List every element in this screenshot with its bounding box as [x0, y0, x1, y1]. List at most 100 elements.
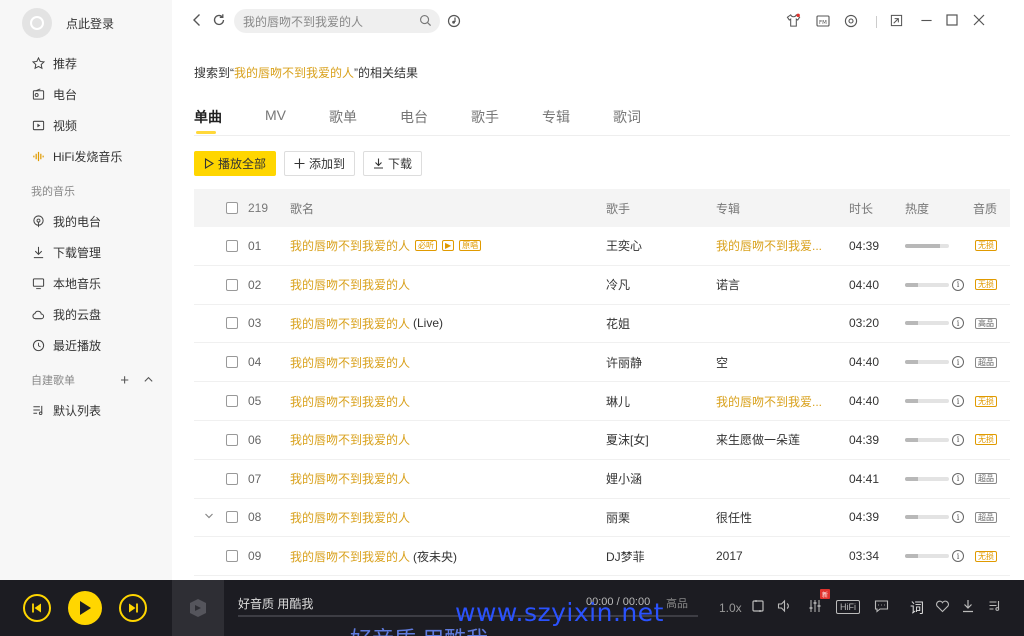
sidebar-item-recent[interactable]: 最近播放: [0, 330, 172, 361]
heart-icon[interactable]: [935, 599, 950, 613]
sidebar-item-radio[interactable]: 电台: [0, 79, 172, 110]
song-album[interactable]: 我的唇吻不到我爱...: [716, 393, 822, 410]
row-checkbox[interactable]: [226, 433, 238, 446]
refresh-icon[interactable]: [212, 13, 226, 27]
sidebar-item-cloud-drive[interactable]: 我的云盘: [0, 299, 172, 330]
song-title-text[interactable]: 我的唇吻不到我爱的人: [290, 393, 410, 410]
table-row[interactable]: 07 我的唇吻不到我爱的人 娌小涵 04:41 i 超品: [194, 460, 1010, 499]
song-title[interactable]: 我的唇吻不到我爱的人: [290, 431, 410, 448]
song-tag[interactable]: ▶: [442, 240, 455, 252]
search-input[interactable]: [243, 14, 413, 28]
sidebar-item-recommend[interactable]: 推荐: [0, 48, 172, 79]
skin-shirt-icon[interactable]: [786, 13, 801, 28]
add-to-button[interactable]: 添加到: [284, 151, 356, 176]
song-album[interactable]: 很任性: [716, 509, 752, 526]
header-title[interactable]: 歌名: [290, 200, 314, 217]
song-title[interactable]: 我的唇吻不到我爱的人 (夜未央): [290, 548, 457, 565]
sidebar-item-default-list[interactable]: 默认列表: [0, 395, 172, 426]
info-icon[interactable]: i: [952, 550, 964, 563]
info-icon[interactable]: i: [952, 433, 964, 446]
song-artist[interactable]: 琳儿: [606, 393, 630, 410]
info-icon[interactable]: i: [952, 278, 964, 291]
download-icon[interactable]: [961, 599, 975, 613]
avatar[interactable]: [22, 8, 52, 38]
album-cover[interactable]: [172, 580, 224, 636]
tab-lyrics[interactable]: 歌词: [613, 107, 641, 133]
song-title-text[interactable]: 我的唇吻不到我爱的人: [290, 276, 410, 293]
row-checkbox[interactable]: [226, 317, 238, 330]
fm-icon[interactable]: FM: [816, 14, 830, 27]
song-artist[interactable]: 丽栗: [606, 509, 630, 526]
tab-songs[interactable]: 单曲: [194, 107, 222, 134]
row-checkbox[interactable]: [226, 550, 238, 563]
song-title-text[interactable]: 我的唇吻不到我爱的人: [290, 470, 410, 487]
song-album[interactable]: 来生愿做一朵莲: [716, 431, 800, 448]
song-title-text[interactable]: 我的唇吻不到我爱的人: [290, 315, 410, 332]
header-artist[interactable]: 歌手: [606, 200, 630, 217]
equalizer-icon[interactable]: [808, 599, 822, 613]
row-checkbox[interactable]: [226, 278, 238, 291]
mini-mode-icon[interactable]: [890, 14, 903, 27]
song-title-text[interactable]: 我的唇吻不到我爱的人: [290, 354, 410, 371]
song-title[interactable]: 我的唇吻不到我爱的人: [290, 509, 410, 526]
song-artist[interactable]: 娌小涵: [606, 470, 642, 487]
table-row[interactable]: 01 我的唇吻不到我爱的人 必听 ▶ 原唱 王奕心 我的唇吻不到我爱... 04:39 无损: [194, 227, 1010, 266]
tab-playlists[interactable]: 歌单: [329, 107, 357, 133]
tab-albums[interactable]: 专辑: [542, 107, 570, 133]
song-album[interactable]: 2017: [716, 549, 743, 563]
maximize-icon[interactable]: [946, 14, 958, 26]
sidebar-item-hifi[interactable]: HiFi发烧音乐: [0, 141, 172, 172]
add-playlist-icon[interactable]: +: [120, 372, 129, 389]
playback-mode-icon[interactable]: [751, 599, 765, 613]
song-artist[interactable]: DJ梦菲: [606, 548, 645, 565]
settings-icon[interactable]: [844, 14, 858, 28]
song-tag[interactable]: 原唱: [459, 240, 482, 252]
table-row[interactable]: 03 我的唇吻不到我爱的人 (Live) 花姐 03:20 i 高品: [194, 305, 1010, 344]
table-row[interactable]: 09 我的唇吻不到我爱的人 (夜未央) DJ梦菲 2017 03:34 i 无损: [194, 537, 1010, 577]
row-checkbox[interactable]: [226, 472, 238, 485]
sidebar-item-local-music[interactable]: 本地音乐: [0, 268, 172, 299]
login-link[interactable]: 点此登录: [66, 15, 114, 32]
comment-icon[interactable]: [874, 599, 889, 613]
sidebar-item-video[interactable]: 视频: [0, 110, 172, 141]
table-row[interactable]: 06 我的唇吻不到我爱的人 夏沫[女] 来生愿做一朵莲 04:39 i 无损: [194, 421, 1010, 460]
song-artist[interactable]: 冷凡: [606, 276, 630, 293]
song-artist[interactable]: 花姐: [606, 315, 630, 332]
info-icon[interactable]: i: [952, 317, 964, 330]
info-icon[interactable]: i: [952, 356, 964, 369]
song-title-text[interactable]: 我的唇吻不到我爱的人: [290, 548, 410, 565]
song-title-text[interactable]: 我的唇吻不到我爱的人: [290, 509, 410, 526]
song-tag[interactable]: 必听: [415, 240, 438, 252]
music-recognize-icon[interactable]: [447, 14, 461, 28]
play-button[interactable]: [68, 591, 102, 625]
header-quality[interactable]: 音质: [973, 200, 997, 217]
song-title[interactable]: 我的唇吻不到我爱的人 必听 ▶ 原唱: [290, 237, 482, 254]
volume-icon[interactable]: [777, 599, 792, 613]
select-all-checkbox[interactable]: [226, 202, 238, 214]
row-checkbox[interactable]: [226, 511, 238, 524]
song-title-text[interactable]: 我的唇吻不到我爱的人: [290, 431, 410, 448]
sidebar-item-downloads[interactable]: 下载管理: [0, 237, 172, 268]
row-checkbox[interactable]: [226, 356, 238, 369]
sidebar-item-my-radio[interactable]: 我的电台: [0, 206, 172, 237]
table-row[interactable]: 05 我的唇吻不到我爱的人 琳儿 我的唇吻不到我爱... 04:40 i 无损: [194, 382, 1010, 421]
info-icon[interactable]: i: [952, 511, 964, 524]
row-checkbox[interactable]: [226, 239, 238, 252]
previous-button[interactable]: [23, 594, 51, 622]
download-button[interactable]: 下载: [363, 151, 423, 176]
collapse-icon[interactable]: [143, 372, 154, 389]
header-album[interactable]: 专辑: [716, 200, 740, 217]
song-title[interactable]: 我的唇吻不到我爱的人: [290, 470, 410, 487]
row-checkbox[interactable]: [226, 395, 238, 408]
expand-chevron-icon[interactable]: [204, 511, 214, 524]
playlist-icon[interactable]: [988, 599, 1002, 613]
song-album[interactable]: 诺言: [716, 276, 740, 293]
login-area[interactable]: 点此登录: [0, 0, 172, 46]
search-icon[interactable]: [419, 14, 432, 30]
close-icon[interactable]: [973, 14, 985, 26]
tab-artists[interactable]: 歌手: [471, 107, 499, 133]
minimize-icon[interactable]: [920, 14, 933, 27]
song-artist[interactable]: 夏沫[女]: [606, 431, 649, 448]
song-album[interactable]: 我的唇吻不到我爱...: [716, 237, 822, 254]
song-title[interactable]: 我的唇吻不到我爱的人: [290, 354, 410, 371]
